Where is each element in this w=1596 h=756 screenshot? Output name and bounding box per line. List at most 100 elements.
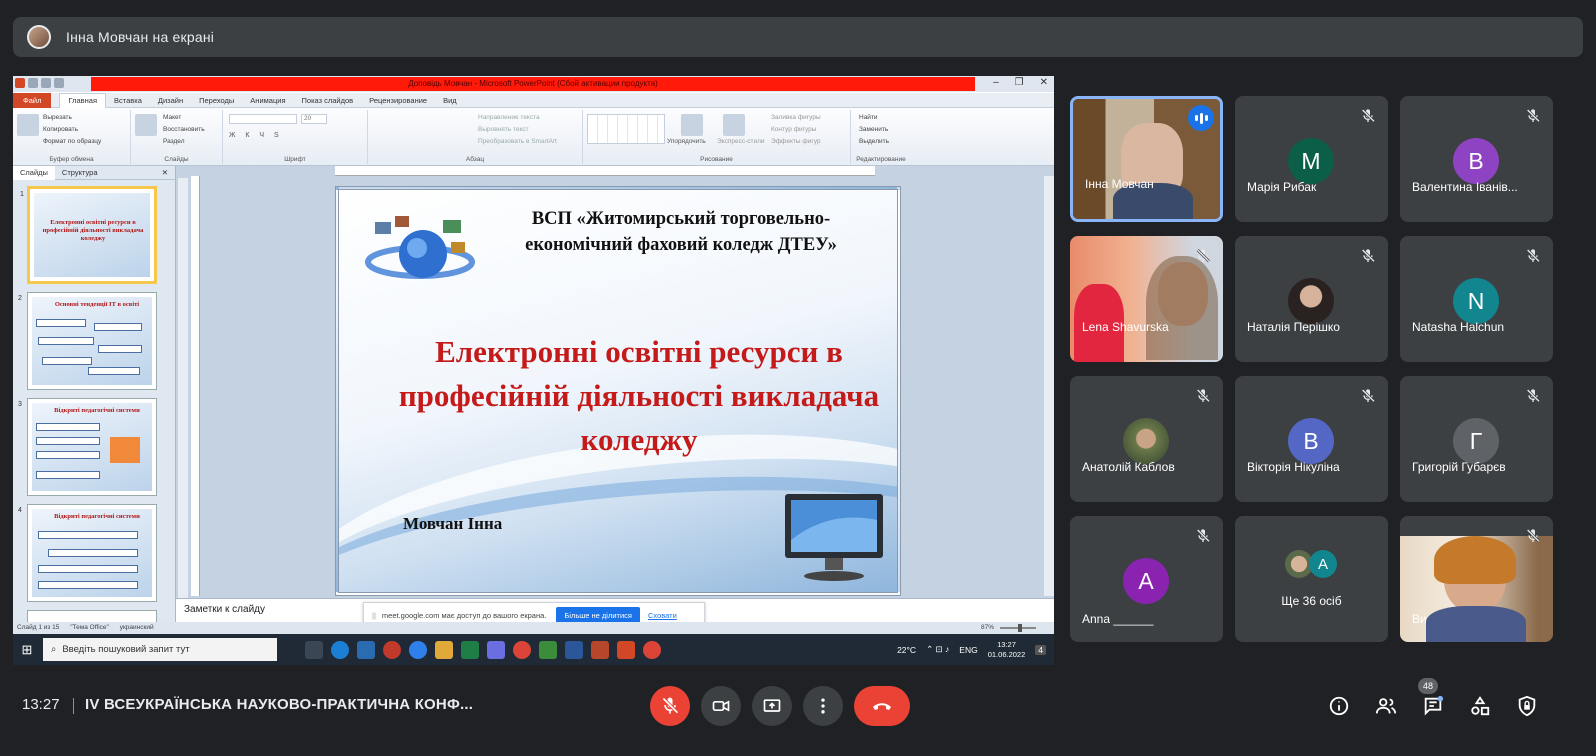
tab-transitions[interactable]: Переходы bbox=[191, 96, 242, 105]
tab-file[interactable]: Файл bbox=[13, 92, 52, 108]
mail-icon[interactable] bbox=[357, 640, 375, 659]
save-icon[interactable] bbox=[28, 78, 38, 88]
drag-handle-icon[interactable]: || bbox=[372, 611, 376, 620]
thumbs-scrollbar[interactable] bbox=[178, 178, 188, 618]
reset-button[interactable]: Восстановить bbox=[163, 124, 205, 136]
participant-tile[interactable]: М Марія Рибак bbox=[1235, 96, 1388, 222]
group-caption: Слайды bbox=[164, 156, 189, 163]
slide-scrollbar[interactable] bbox=[1044, 176, 1054, 596]
participant-tile[interactable]: Lena Shavurska bbox=[1070, 236, 1223, 362]
tab-slides[interactable]: Слайды bbox=[13, 165, 55, 180]
current-slide[interactable]: ВСП «Житомирський торговельно-економічни… bbox=[335, 186, 901, 596]
tab-review[interactable]: Рецензирование bbox=[361, 96, 435, 105]
shape-outline-button[interactable]: Контур фигуры bbox=[771, 124, 821, 136]
cut-button[interactable]: Вырезать bbox=[43, 112, 101, 124]
chrome-icon[interactable] bbox=[513, 640, 531, 659]
quick-styles-icon[interactable] bbox=[723, 114, 745, 136]
zoom-level[interactable]: 87% bbox=[981, 622, 994, 634]
participant-tile[interactable]: Наталія Перішко bbox=[1235, 236, 1388, 362]
task-view-icon[interactable] bbox=[305, 640, 323, 659]
shapes-gallery[interactable] bbox=[587, 114, 665, 144]
participant-tile[interactable]: Інна Мовчан bbox=[1070, 96, 1223, 222]
excel-icon[interactable] bbox=[461, 640, 479, 659]
edge-icon[interactable] bbox=[331, 640, 349, 659]
host-controls-button[interactable] bbox=[1515, 694, 1539, 718]
text-direction-button[interactable]: Направление текста bbox=[478, 112, 557, 124]
more-options-button[interactable] bbox=[803, 686, 843, 726]
font-name-select[interactable] bbox=[229, 114, 297, 124]
minimize-icon[interactable]: – bbox=[993, 77, 999, 88]
presenting-text: Інна Мовчан на екрані bbox=[66, 29, 215, 45]
meeting-details-button[interactable] bbox=[1327, 694, 1351, 718]
select-button[interactable]: Выделить bbox=[859, 136, 889, 148]
present-button[interactable] bbox=[752, 686, 792, 726]
slide-thumbnail[interactable]: 3 Відкриті педагогічні системи bbox=[18, 398, 157, 496]
tab-view[interactable]: Вид bbox=[435, 96, 465, 105]
save-app-icon[interactable] bbox=[487, 640, 505, 659]
quick-styles-label[interactable]: Экспресс-стили bbox=[717, 138, 765, 145]
taskbar-search[interactable]: ⌕ Введіть пошуковий запит тут bbox=[43, 638, 277, 661]
new-slide-icon[interactable] bbox=[135, 114, 157, 136]
access-icon[interactable] bbox=[591, 640, 609, 659]
layout-button[interactable]: Макет bbox=[163, 112, 205, 124]
hide-banner-link[interactable]: Сховати bbox=[648, 611, 677, 620]
slide-thumbnail[interactable]: 4 Відкриті педагогічні системи bbox=[18, 504, 157, 602]
powerpoint-icon[interactable] bbox=[617, 640, 635, 659]
more-participants-tile[interactable]: A Ще 36 осіб bbox=[1235, 516, 1388, 642]
weather[interactable]: 22°C bbox=[897, 645, 916, 655]
app-green-icon[interactable] bbox=[539, 640, 557, 659]
participant-tile[interactable]: В Вікторія Нікуліна bbox=[1235, 376, 1388, 502]
notifications-icon[interactable]: 4 bbox=[1035, 644, 1046, 655]
slide-thumbnail[interactable]: 2 Основні тенденції ІТ в освіті bbox=[18, 292, 157, 390]
arrange-icon[interactable] bbox=[681, 114, 703, 136]
system-clock[interactable]: 13:27 01.06.2022 bbox=[988, 640, 1026, 660]
shape-effects-button[interactable]: Эффекты фигур bbox=[771, 136, 821, 148]
participant-tile[interactable]: A Anna ______ bbox=[1070, 516, 1223, 642]
camera-button[interactable] bbox=[701, 686, 741, 726]
redo-icon[interactable] bbox=[54, 78, 64, 88]
windows-start-icon[interactable]: ⊞ bbox=[13, 634, 41, 665]
microphone-button[interactable] bbox=[650, 686, 690, 726]
zoom-slider[interactable] bbox=[1000, 624, 1036, 632]
section-button[interactable]: Раздел bbox=[163, 136, 205, 148]
input-language[interactable]: ENG bbox=[959, 645, 977, 655]
tab-slideshow[interactable]: Показ слайдов bbox=[294, 96, 362, 105]
record-icon[interactable] bbox=[383, 640, 401, 659]
participant-tile[interactable]: N Natasha Halchun bbox=[1400, 236, 1553, 362]
activities-button[interactable] bbox=[1468, 694, 1492, 718]
close-pane-icon[interactable]: ✕ bbox=[155, 168, 175, 177]
shape-fill-button[interactable]: Заливка фигуры bbox=[771, 112, 821, 124]
close-icon[interactable]: ✕ bbox=[1040, 77, 1048, 88]
leave-call-button[interactable] bbox=[854, 686, 910, 726]
word-icon[interactable] bbox=[565, 640, 583, 659]
chrome-icon-2[interactable] bbox=[643, 640, 661, 659]
align-text-button[interactable]: Выровнять текст bbox=[478, 124, 557, 136]
paste-icon[interactable] bbox=[17, 114, 39, 136]
maximize-icon[interactable]: ❐ bbox=[1015, 77, 1024, 88]
smartart-button[interactable]: Преобразовать в SmartArt bbox=[478, 136, 557, 148]
people-button[interactable] bbox=[1374, 694, 1398, 718]
find-button[interactable]: Найти bbox=[859, 112, 889, 124]
tab-design[interactable]: Дизайн bbox=[150, 96, 191, 105]
replace-button[interactable]: Заменить bbox=[859, 124, 889, 136]
slide-thumbnail[interactable]: 1 Електронні освітні ресурси в професійн… bbox=[20, 186, 157, 284]
participant-tile[interactable]: Анатолій Каблов bbox=[1070, 376, 1223, 502]
copy-button[interactable]: Копировать bbox=[43, 124, 101, 136]
self-tile[interactable]: Ви bbox=[1400, 516, 1553, 642]
stop-sharing-button[interactable]: Більше не ділитися bbox=[556, 606, 640, 624]
tab-insert[interactable]: Вставка bbox=[106, 96, 150, 105]
undo-icon[interactable] bbox=[41, 78, 51, 88]
arrange-label[interactable]: Упорядочить bbox=[667, 138, 706, 145]
format-painter-button[interactable]: Формат по образцу bbox=[43, 136, 101, 148]
tray-icons[interactable]: ⌃ ⊡ ♪ bbox=[926, 644, 949, 655]
app-b-icon[interactable] bbox=[409, 640, 427, 659]
participant-tile[interactable]: В Валентина Іванів... bbox=[1400, 96, 1553, 222]
participant-tile[interactable]: Г Григорій Губарєв bbox=[1400, 376, 1553, 502]
tab-animation[interactable]: Анимация bbox=[242, 96, 293, 105]
tab-home[interactable]: Главная bbox=[59, 92, 106, 108]
font-style-buttons[interactable]: Ж К Ч S bbox=[229, 132, 283, 139]
chat-button[interactable] bbox=[1421, 694, 1445, 718]
explorer-icon[interactable] bbox=[435, 640, 453, 659]
font-size-select[interactable]: 20 bbox=[301, 114, 327, 124]
tab-outline[interactable]: Структура bbox=[55, 168, 105, 177]
